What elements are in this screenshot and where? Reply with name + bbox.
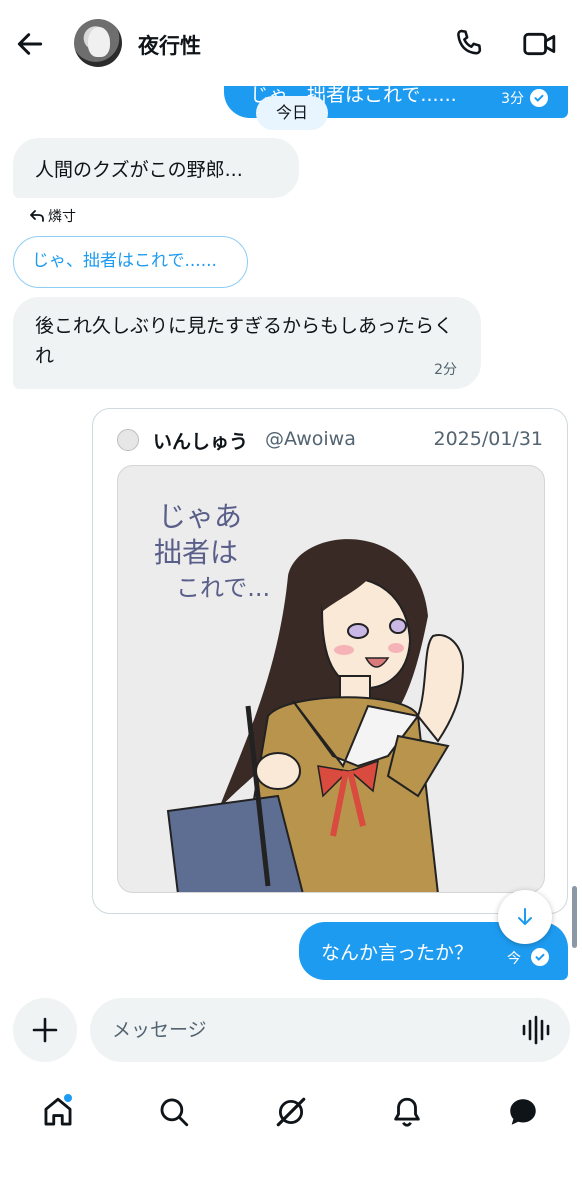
nav-messages[interactable]: [503, 1092, 543, 1132]
reply-label: 燐寸: [30, 206, 76, 226]
message-input[interactable]: [112, 1012, 492, 1048]
bottom-nav: [0, 1076, 582, 1199]
read-check-icon: [530, 89, 548, 107]
post-author-name: いんしゅう: [153, 431, 249, 453]
scroll-to-bottom-button[interactable]: [498, 890, 552, 944]
reply-quote[interactable]: じゃ、拙者はこれで......: [13, 236, 248, 288]
message-text: 人間のクズがこの野郎...: [35, 159, 243, 181]
reply-author: 燐寸: [48, 209, 76, 225]
add-attachment-button[interactable]: [13, 998, 77, 1062]
plus-icon: [32, 1017, 58, 1043]
message-text: なんか言ったか？: [321, 942, 474, 964]
post-date: 2025/01/31: [433, 428, 543, 450]
message-composer: [90, 998, 570, 1062]
nav-search[interactable]: [154, 1092, 194, 1132]
nav-notifications[interactable]: [387, 1092, 427, 1132]
video-camera-icon[interactable]: [522, 28, 558, 60]
message-time: 今: [507, 951, 521, 967]
reply-arrow-icon: [30, 210, 44, 222]
message-incoming[interactable]: 人間のクズがこの野郎...: [13, 138, 299, 198]
bell-icon: [394, 1097, 420, 1127]
grok-icon: [276, 1097, 306, 1127]
contact-avatar[interactable]: [74, 19, 122, 67]
phone-icon[interactable]: [452, 26, 486, 60]
message-time: 3分: [501, 91, 524, 107]
messages-icon: [510, 1099, 536, 1125]
message-incoming[interactable]: 後これ久しぶりに見たすぎるからもしあったらくれ 2分: [13, 297, 481, 389]
contact-name[interactable]: 夜行性: [138, 30, 201, 60]
search-icon: [160, 1098, 189, 1127]
scrollbar[interactable]: [572, 886, 577, 948]
date-separator: 今日: [256, 96, 328, 130]
handwriting-line: じゃあ: [158, 500, 242, 533]
post-author-handle: @Awoiwa: [265, 428, 356, 450]
nav-grok[interactable]: [271, 1092, 311, 1132]
arrow-down-icon: [518, 908, 532, 925]
post-image[interactable]: じゃあ 拙者は これで...: [117, 465, 545, 893]
read-check-icon: [531, 948, 549, 966]
nav-home[interactable]: [38, 1092, 78, 1132]
handwriting-line: これで...: [176, 574, 270, 602]
illustration: じゃあ 拙者は これで...: [154, 500, 465, 892]
shared-post-card[interactable]: いんしゅう @Awoiwa 2025/01/31 じゃあ 拙者は これで...: [92, 408, 568, 914]
chat-header: 夜行性: [0, 0, 582, 86]
back-arrow-icon[interactable]: [14, 28, 46, 60]
voice-wave-icon[interactable]: [520, 1015, 552, 1045]
notification-dot: [64, 1094, 72, 1102]
message-text: 後これ久しぶりに見たすぎるからもしあったらくれ: [35, 315, 454, 367]
post-author-avatar: [117, 429, 139, 451]
handwriting-line: 拙者は: [154, 536, 238, 569]
message-time: 2分: [434, 362, 457, 378]
